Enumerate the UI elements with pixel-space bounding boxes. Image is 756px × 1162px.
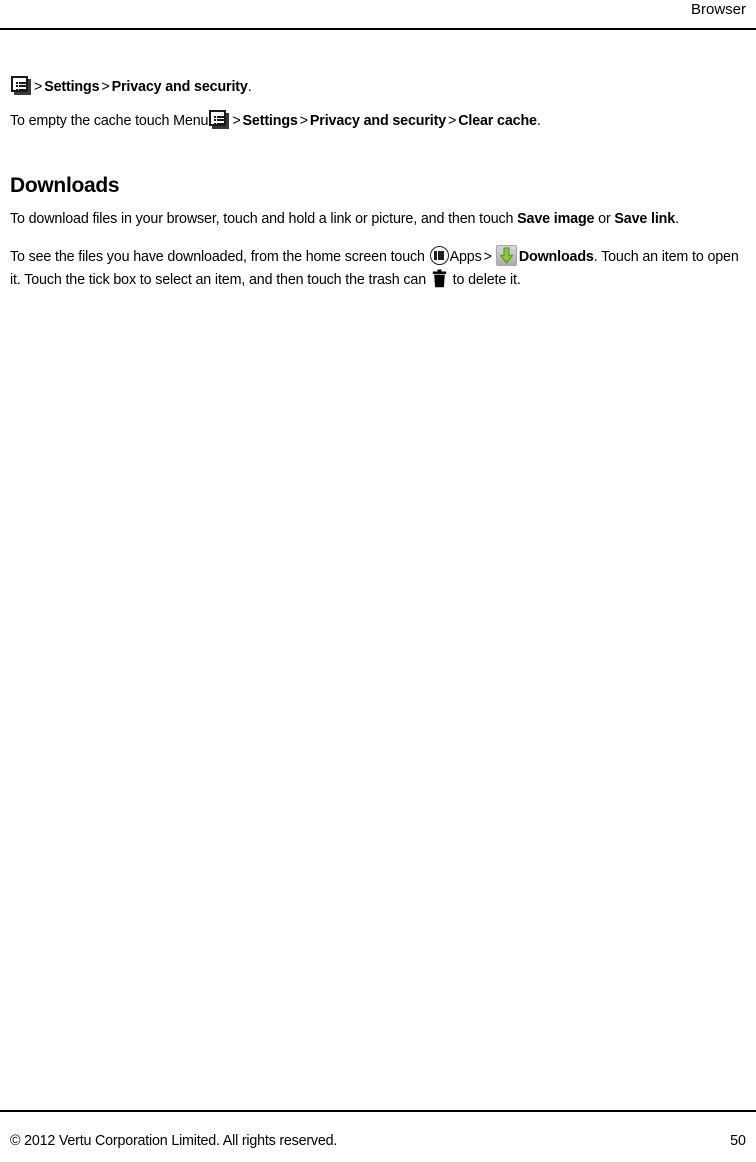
- breadcrumb-separator: >: [101, 79, 110, 95]
- breadcrumb-separator: >: [483, 249, 492, 265]
- breadcrumb-separator: >: [448, 113, 457, 129]
- downloads-icon-arrow: [499, 247, 513, 264]
- download-para-part-1: To download files in your browser, touch…: [10, 211, 518, 227]
- menu-icon-bullet: [15, 81, 18, 84]
- menu-icon-bullet: [213, 115, 216, 118]
- see-files-part-1: To see the files you have downloaded, fr…: [10, 249, 429, 265]
- breadcrumb-item-settings[interactable]: Settings: [44, 79, 99, 95]
- menu-icon-line: [19, 88, 26, 91]
- apps-icon-dot-grid: [434, 251, 445, 260]
- header-chapter-title: Browser: [690, 1, 746, 18]
- menu-icon-body: [11, 76, 28, 92]
- footer-inner: © 2012 Vertu Corporation Limited. All ri…: [10, 1132, 746, 1162]
- menu-icon-body: [209, 110, 227, 126]
- apps-label[interactable]: Apps: [450, 249, 482, 265]
- document-page: Browser > Settings > Privacy and security. …: [0, 0, 756, 1162]
- apps-icon-dot: [441, 257, 445, 260]
- breadcrumb-item-settings[interactable]: Settings: [243, 113, 298, 129]
- empty-cache-instruction: To empty the cache touch Menu > Settings > P…: [10, 110, 742, 133]
- apps-grid-icon[interactable]: [429, 246, 449, 265]
- see-downloaded-files-paragraph: To see the files you have downloaded, fr…: [10, 245, 742, 292]
- download-para-part-2: or: [594, 211, 615, 227]
- menu-icon-bullet: [213, 122, 216, 125]
- menu-list-icon[interactable]: [11, 76, 31, 95]
- heading-spacer: [10, 133, 742, 173]
- menu-icon-line: [19, 85, 26, 87]
- see-files-part-3: to delete it.: [448, 272, 521, 288]
- top-spacer: [10, 30, 742, 76]
- breadcrumb-separator: >: [34, 79, 43, 95]
- apps-icon-dot: [434, 257, 438, 260]
- page-number: 50: [730, 1133, 746, 1149]
- menu-icon-line: [19, 81, 26, 84]
- downloads-app-label[interactable]: Downloads: [519, 249, 594, 265]
- menu-icon-line: [217, 119, 225, 121]
- menu-option-save-image[interactable]: Save image: [517, 211, 594, 227]
- breadcrumb-item-privacy-and-security[interactable]: Privacy and security: [310, 113, 446, 129]
- breadcrumb-period: .: [247, 79, 252, 95]
- menu-icon-bullet: [15, 85, 18, 87]
- download-para-period: .: [675, 211, 679, 227]
- copyright-notice: © 2012 Vertu Corporation Limited. All ri…: [10, 1133, 338, 1149]
- menu-icon-bullet: [213, 119, 216, 121]
- breadcrumb-period: .: [536, 113, 541, 129]
- menu-icon-line: [217, 122, 225, 125]
- breadcrumb-item-privacy-and-security[interactable]: Privacy and security: [112, 79, 248, 95]
- document-content: > Settings > Privacy and security. To empty…: [0, 30, 756, 1162]
- document-footer: © 2012 Vertu Corporation Limited. All ri…: [0, 1110, 756, 1162]
- document-header: Browser: [0, 0, 756, 30]
- section-heading-downloads: Downloads: [10, 174, 120, 197]
- download-files-paragraph: To download files in your browser, touch…: [10, 208, 742, 231]
- breadcrumb-separator: >: [232, 113, 241, 129]
- menu-list-icon[interactable]: [209, 110, 230, 129]
- downloads-arrow-icon[interactable]: [495, 245, 517, 266]
- breadcrumb-line-privacy: > Settings > Privacy and security.: [10, 76, 742, 99]
- breadcrumb-item-clear-cache[interactable]: Clear cache: [458, 113, 537, 129]
- menu-option-save-link[interactable]: Save link: [614, 211, 675, 227]
- trash-can-shape: [432, 269, 447, 288]
- heading-bottom-spacer: [10, 199, 742, 208]
- trash-can-icon[interactable]: [432, 269, 447, 288]
- menu-icon-line: [217, 115, 225, 118]
- breadcrumb-separator: >: [299, 113, 308, 129]
- empty-cache-lead-text: To empty the cache touch Menu: [10, 113, 209, 129]
- menu-icon-bullet: [15, 88, 18, 91]
